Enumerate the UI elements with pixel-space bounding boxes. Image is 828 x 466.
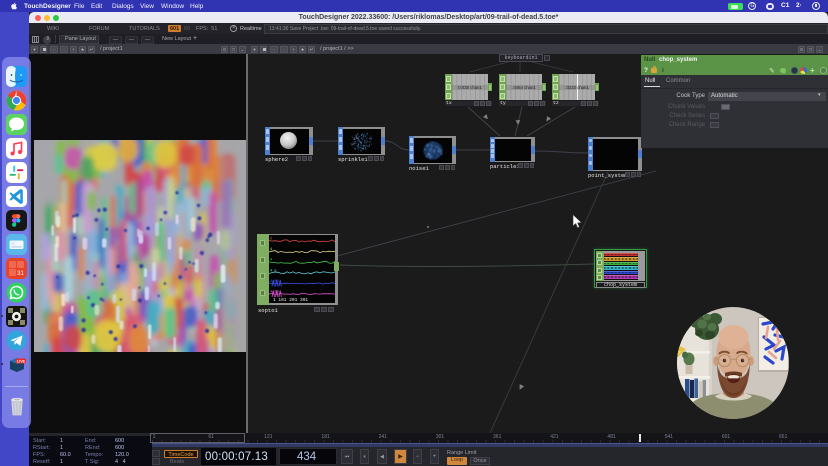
svg-text:6: 6 <box>270 238 272 242</box>
svg-text:1 101 201 301: 1 101 201 301 <box>273 297 308 303</box>
svg-text:4: 4 <box>270 259 272 263</box>
svg-text:31: 31 <box>17 271 24 277</box>
svg-text:4.5: 4.5 <box>270 269 276 273</box>
svg-text:LIVE: LIVE <box>17 359 26 363</box>
svg-text:4: 4 <box>270 248 272 252</box>
